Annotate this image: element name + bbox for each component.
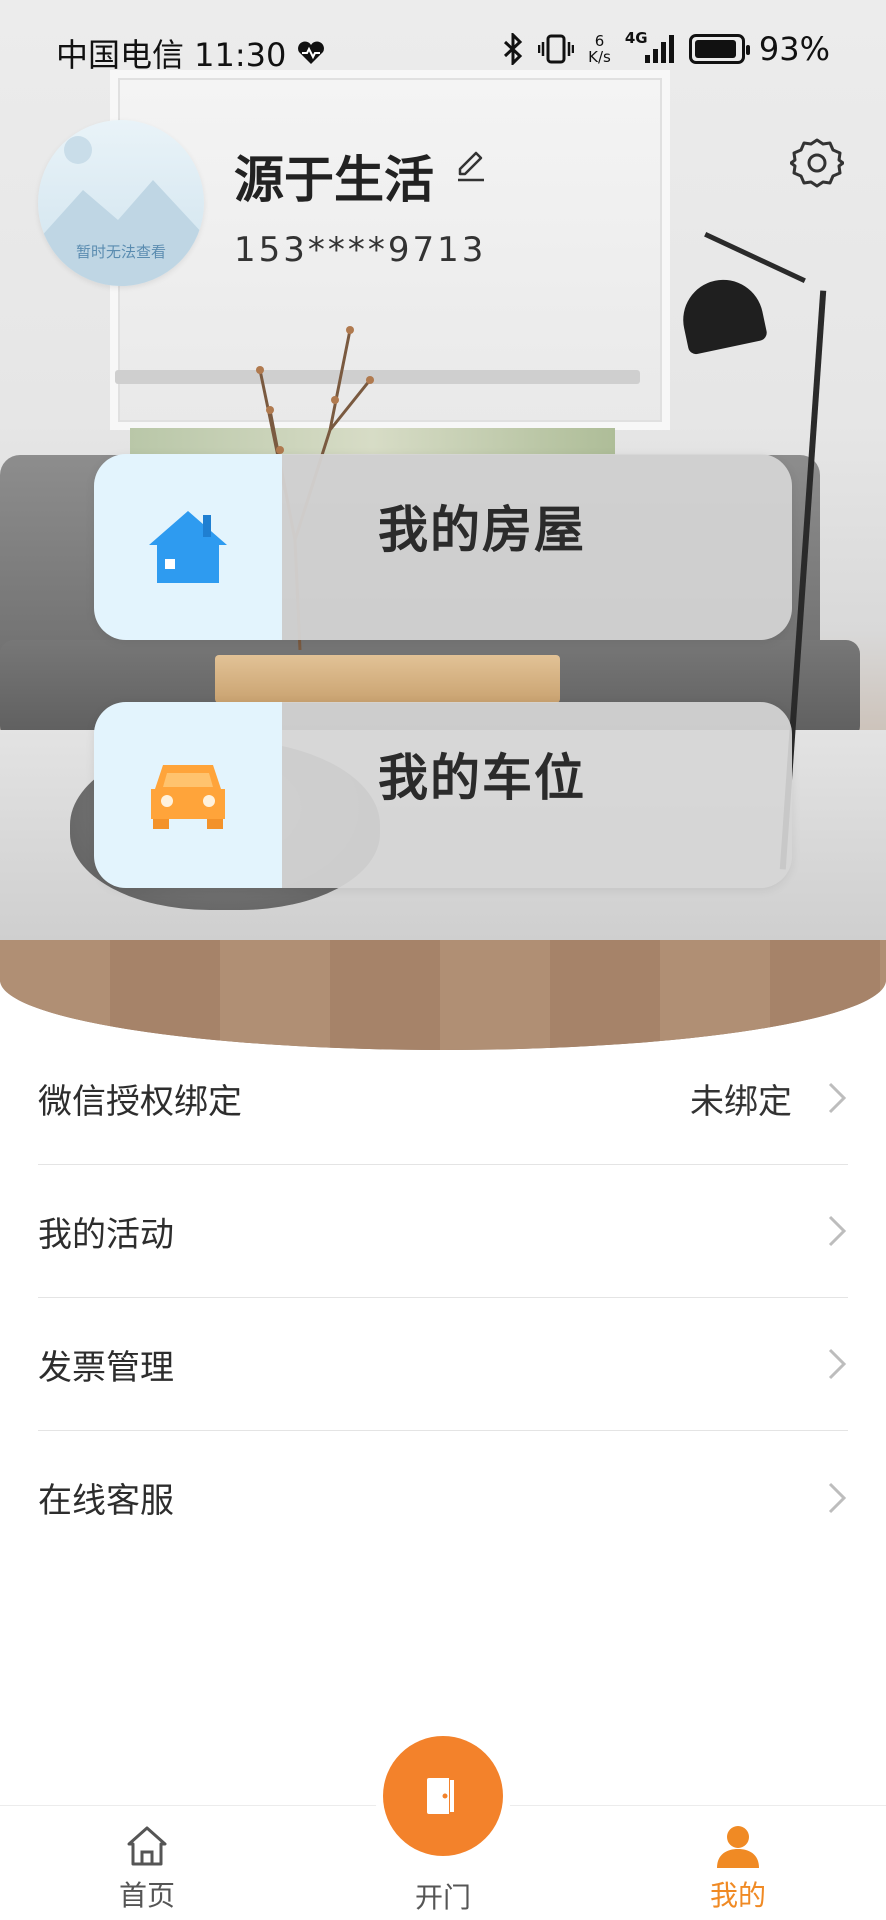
signal-icon: 4G	[625, 29, 675, 65]
username: 源于生活	[234, 151, 434, 209]
net-speed: 6 K/s	[588, 33, 611, 65]
carrier-time: 中国电信 11:30	[56, 36, 287, 74]
battery-percent: 93%	[758, 30, 830, 68]
phone-number: 153****9713	[234, 230, 487, 270]
chevron-right-icon	[828, 1482, 847, 1513]
status-left: 中国电信 11:30	[56, 30, 326, 76]
heart-rate-icon	[298, 41, 325, 64]
door-icon	[427, 1778, 459, 1814]
menu-item-label: 我的活动	[38, 1214, 174, 1255]
net-speed-unit: K/s	[588, 48, 611, 66]
tab-mine[interactable]: 我的	[663, 1806, 813, 1920]
tab-home[interactable]: 首页	[72, 1806, 222, 1920]
menu-item-wechat-binding[interactable]: 微信授权绑定 未绑定	[38, 1032, 848, 1165]
person-icon	[717, 1826, 759, 1868]
my-house-card[interactable]: 我的房屋	[94, 454, 792, 640]
open-door-button[interactable]	[383, 1736, 503, 1856]
menu-item-label: 微信授权绑定	[38, 1081, 242, 1122]
chevron-right-icon	[828, 1348, 847, 1380]
car-icon	[151, 765, 225, 829]
my-parking-card[interactable]: 我的车位	[94, 702, 792, 888]
lamp-shade-decor	[675, 272, 769, 356]
menu-item-my-activities[interactable]: 我的活动	[38, 1165, 848, 1298]
vibrate-icon	[538, 34, 575, 64]
parking-label-area: 我的车位	[282, 702, 792, 888]
house-icon	[149, 511, 227, 583]
settings-menu: 微信授权绑定 未绑定 我的活动 发票管理 在线客服	[38, 1032, 848, 1564]
avatar[interactable]: 暂时无法查看	[38, 120, 204, 286]
status-right: 6 K/s 4G 93%	[502, 29, 830, 68]
parking-icon-area	[94, 702, 282, 888]
chevron-right-icon	[828, 1082, 847, 1114]
settings-icon[interactable]	[790, 136, 844, 190]
chevron-right-icon	[828, 1215, 847, 1247]
battery-fill	[694, 40, 736, 58]
tab-mine-label: 我的	[709, 1879, 766, 1912]
my-parking-label: 我的车位	[378, 749, 586, 807]
menu-item-label: 在线客服	[38, 1481, 174, 1521]
house-label-area: 我的房屋	[282, 454, 792, 640]
home-icon	[127, 1826, 167, 1866]
lamp-arm-decor	[704, 231, 806, 284]
edit-icon[interactable]	[452, 148, 488, 184]
menu-item-online-service[interactable]: 在线客服	[38, 1431, 848, 1564]
menu-item-invoice-management[interactable]: 发票管理	[38, 1298, 848, 1431]
wechat-binding-status: 未绑定	[690, 1081, 792, 1122]
my-house-label: 我的房屋	[378, 501, 586, 559]
status-bar: 中国电信 11:30 6 K/s 4G 93%	[0, 0, 886, 100]
avatar-placeholder-text: 暂时无法查看	[75, 243, 166, 261]
house-icon-area	[94, 454, 282, 640]
bluetooth-icon	[504, 33, 523, 65]
tab-open-door-label: 开门	[414, 1881, 471, 1914]
menu-item-label: 发票管理	[38, 1347, 174, 1388]
tab-home-label: 首页	[118, 1879, 175, 1912]
battery-icon	[688, 34, 750, 64]
table-decor	[215, 655, 560, 703]
